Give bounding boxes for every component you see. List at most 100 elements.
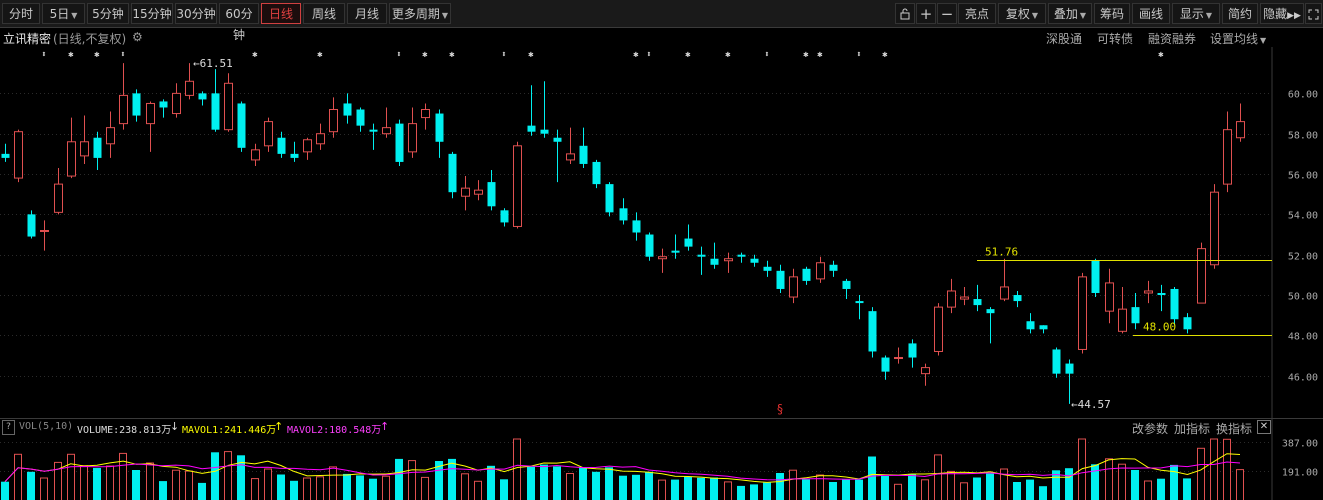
volume-bar — [1197, 447, 1205, 500]
candle-body — [566, 153, 575, 161]
volume-bar — [1183, 478, 1191, 500]
candle-body — [632, 220, 641, 233]
volume-bar — [737, 485, 745, 500]
candle-body — [894, 357, 903, 360]
candle-body — [1236, 121, 1245, 139]
y-tick-label: 56.00 — [1288, 171, 1318, 182]
volume-bar — [448, 458, 456, 500]
y-tick-label: 52.00 — [1288, 252, 1318, 263]
candle-body — [395, 123, 404, 162]
candle-body — [737, 254, 746, 257]
candle-body — [119, 94, 128, 125]
candle-body — [67, 141, 76, 177]
candle-body — [1223, 129, 1232, 185]
candle-body — [329, 109, 338, 133]
candle-body — [868, 311, 877, 352]
volume-bar — [132, 470, 140, 500]
add-indicator-button[interactable]: 加指标 — [1174, 420, 1210, 437]
candle-body — [500, 210, 509, 223]
candle-body — [710, 258, 719, 265]
candle-body — [553, 137, 562, 142]
candle-body — [461, 187, 470, 197]
volume-bar — [277, 474, 285, 500]
candle-body — [474, 189, 483, 195]
vol-label: VOL(5,10) — [19, 421, 74, 432]
event-marker-icon: ⬍ — [646, 50, 651, 60]
volume-bar — [960, 482, 968, 500]
candle-body — [1000, 286, 1009, 300]
volume-bar — [658, 479, 666, 500]
mavol2-value: MAVOL2:180.548万 — [287, 425, 382, 436]
help-icon[interactable]: ? — [2, 420, 15, 435]
candle-body — [1170, 288, 1179, 320]
event-marker-icon: ✱ — [725, 50, 731, 60]
candle-body — [316, 133, 325, 145]
volume-bar — [40, 477, 48, 500]
volume-bar — [185, 470, 193, 500]
candle-body — [27, 214, 36, 237]
volume-bar — [1131, 470, 1139, 500]
candle-body — [697, 254, 706, 257]
switch-indicator-button[interactable]: 换指标 — [1216, 420, 1252, 437]
y-tick-label: 48.00 — [1288, 332, 1318, 343]
candle-body — [671, 250, 680, 253]
volume-bar — [1157, 478, 1165, 500]
volume-bar — [343, 473, 351, 500]
change-params-button[interactable]: 改参数 — [1132, 420, 1168, 437]
candle-body — [421, 109, 430, 119]
candle-body — [40, 229, 49, 232]
candle-body — [684, 238, 693, 247]
volume-bar — [776, 473, 784, 500]
support-label: 48.00 — [1143, 321, 1176, 334]
volume-bar — [500, 479, 508, 500]
event-marker-icon: ✱ — [68, 50, 74, 60]
volume-bar — [1026, 479, 1034, 500]
volume-bar — [881, 476, 889, 500]
candle-body — [763, 266, 772, 271]
y-tick-label: 54.00 — [1288, 211, 1318, 222]
event-marker-icon: ✱ — [685, 50, 691, 60]
event-marker-icon: ✱ — [317, 50, 323, 60]
volume-bar — [671, 479, 679, 500]
candle-body — [645, 234, 654, 257]
event-marker-icon: ✱ — [422, 50, 428, 60]
volume-bar — [697, 477, 705, 500]
candle-body — [93, 137, 102, 158]
volume-bar — [251, 478, 259, 500]
candle-body — [934, 306, 943, 352]
y-tick-label: 58.00 — [1288, 131, 1318, 142]
candle-body — [448, 153, 457, 193]
volume-bar — [487, 465, 495, 500]
volume-bar — [1170, 464, 1178, 500]
volume-bar — [592, 471, 600, 500]
candle-body — [789, 276, 798, 298]
volume-bar — [513, 438, 521, 500]
candle-body — [382, 127, 391, 135]
volume-bar — [986, 473, 994, 500]
volume-bar — [645, 471, 653, 500]
event-marker-icon: ⬍ — [396, 50, 401, 60]
volume-bar — [224, 451, 232, 500]
candle-body — [408, 123, 417, 153]
candle-body — [198, 93, 207, 100]
candle-body — [1078, 276, 1087, 350]
volume-bar — [264, 468, 272, 500]
volume-bar — [908, 474, 916, 500]
event-marker-icon: ✱ — [633, 50, 639, 60]
candle-body — [487, 182, 496, 207]
close-icon[interactable]: ✕ — [1257, 420, 1271, 434]
candle-body — [435, 113, 444, 142]
volume-bar — [172, 469, 180, 500]
candle-body — [973, 299, 982, 306]
candle-body — [579, 145, 588, 164]
candle-body — [750, 258, 759, 263]
event-marker-icon: ✱ — [94, 50, 100, 60]
volume-bar — [369, 478, 377, 500]
y-tick-label: 50.00 — [1288, 292, 1318, 303]
volume-bar — [67, 453, 75, 500]
candle-body — [1091, 260, 1100, 293]
candle-body — [802, 268, 811, 281]
volume-bar — [829, 482, 837, 500]
volume-bar — [973, 477, 981, 500]
candle-body — [1039, 325, 1048, 330]
